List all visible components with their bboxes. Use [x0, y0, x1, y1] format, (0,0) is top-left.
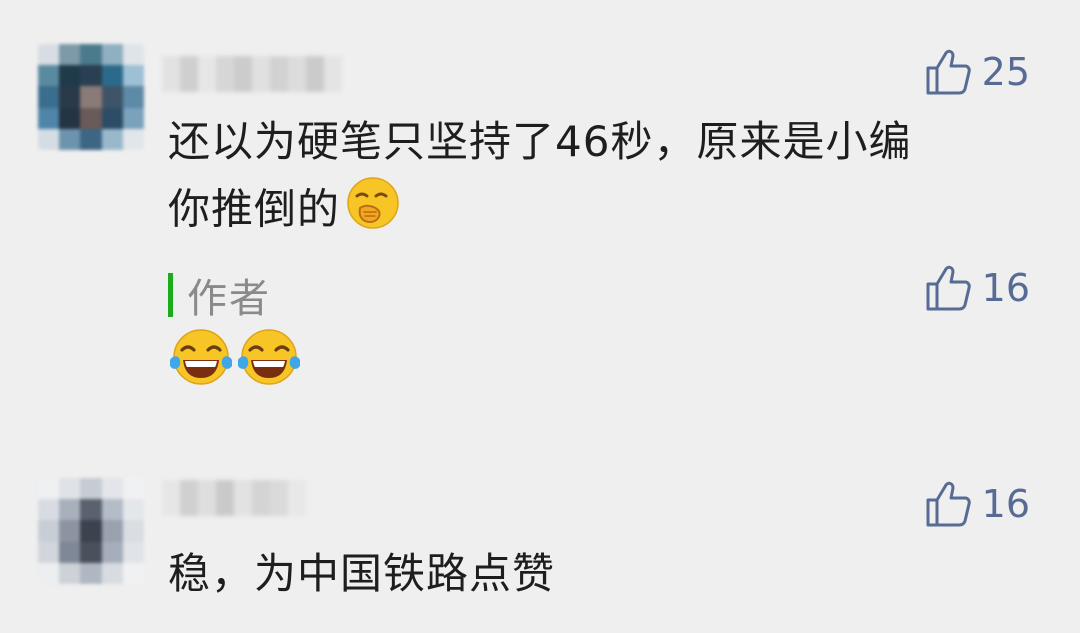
reply-like-button[interactable]: 16: [924, 264, 1030, 312]
like-button[interactable]: 25: [924, 48, 1030, 96]
comment-item: 25 还以为硬笔只坚持了46秒，原来是小编 你推倒的 作者 16: [0, 0, 1080, 420]
comment-text: 还以为硬笔只坚持了46秒，原来是小编 你推倒的: [168, 110, 1038, 250]
thumbs-up-icon: [924, 480, 972, 528]
like-count: 16: [981, 482, 1030, 526]
comment-text-line: 你推倒的: [168, 174, 1038, 250]
face-with-hand-over-mouth-icon: [344, 174, 402, 250]
like-count: 25: [981, 50, 1030, 94]
avatar[interactable]: [38, 44, 144, 150]
thumbs-up-icon: [924, 264, 972, 312]
author-bar: [168, 273, 173, 317]
comment-text-line: 还以为硬笔只坚持了46秒，原来是小编: [168, 117, 912, 166]
author-label-text: 作者: [187, 276, 271, 322]
author-reply-label: 作者: [168, 266, 271, 324]
face-with-tears-of-joy-icon: [236, 326, 302, 396]
thumbs-up-icon: [924, 48, 972, 96]
reply-content: [168, 326, 302, 396]
nickname-blurred[interactable]: [162, 480, 306, 516]
face-with-tears-of-joy-icon: [168, 326, 234, 396]
like-button[interactable]: 16: [924, 480, 1030, 528]
like-count: 16: [981, 266, 1030, 310]
comment-text: 稳，为中国铁路点赞: [168, 549, 556, 598]
comment-item: 16 稳，为中国铁路点赞: [0, 420, 1080, 633]
avatar[interactable]: [38, 478, 144, 584]
nickname-blurred[interactable]: [162, 56, 342, 92]
comment-text-line-content: 你推倒的: [168, 184, 341, 234]
